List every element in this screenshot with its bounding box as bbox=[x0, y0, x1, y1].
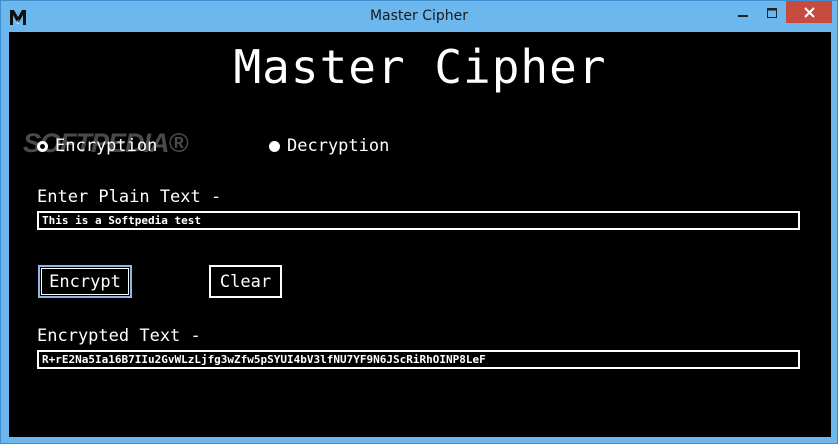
close-icon bbox=[803, 3, 815, 22]
close-button[interactable] bbox=[786, 1, 832, 23]
title-bar[interactable]: c Master Cipher bbox=[1, 1, 837, 33]
maximize-button[interactable] bbox=[758, 1, 786, 23]
plain-text-input[interactable]: This is a Softpedia test bbox=[37, 211, 800, 230]
window-title: Master Cipher bbox=[369, 8, 469, 24]
main-panel: Master Cipher SOFTPEDIA® Encryption Decr… bbox=[9, 32, 831, 437]
radio-selected-icon bbox=[37, 140, 48, 152]
encrypted-text-label: Encrypted Text - bbox=[37, 326, 201, 346]
encrypted-text-output[interactable]: R+rE2Na5Ia16B7IIu2GvWLzLjfg3wZfw5pSYUI4b… bbox=[37, 350, 800, 369]
encryption-radio[interactable]: Encryption bbox=[37, 136, 157, 156]
maximize-icon bbox=[767, 3, 777, 22]
plain-text-label: Enter Plain Text - bbox=[37, 187, 222, 207]
encrypt-button[interactable]: Encrypt bbox=[38, 265, 132, 298]
decryption-radio[interactable]: Decryption bbox=[269, 136, 389, 156]
app-window: c Master Cipher Master Cipher SOFTPEDIA®… bbox=[0, 0, 838, 444]
clear-button[interactable]: Clear bbox=[209, 265, 282, 298]
decryption-label: Decryption bbox=[287, 136, 390, 156]
minimize-icon bbox=[738, 3, 748, 22]
minimize-button[interactable] bbox=[728, 1, 758, 23]
radio-unselected-icon bbox=[269, 140, 280, 152]
app-heading: Master Cipher bbox=[233, 40, 607, 94]
encryption-label: Encryption bbox=[55, 136, 158, 156]
